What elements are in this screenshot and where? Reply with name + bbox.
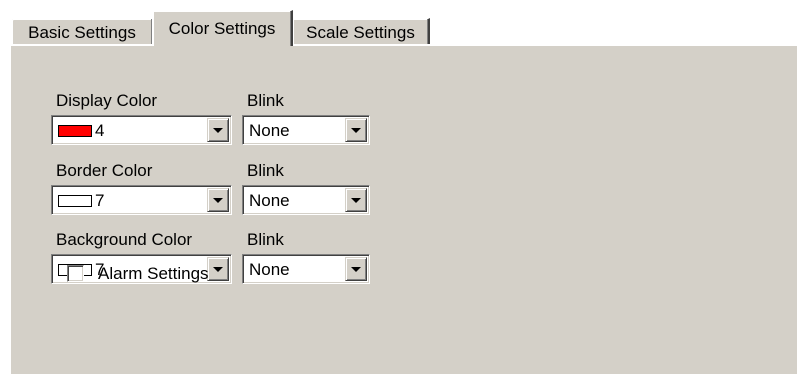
display-color-label: Display Color bbox=[56, 91, 158, 110]
background-color-blink-select[interactable]: None bbox=[242, 254, 370, 284]
color-settings-panel: Display Color Blink 4 None Border Color … bbox=[9, 44, 797, 374]
tab-scale-settings[interactable]: Scale Settings bbox=[292, 18, 430, 46]
border-color-label: Border Color bbox=[56, 161, 153, 180]
border-color-select[interactable]: 7 bbox=[51, 185, 232, 215]
display-color-blink-value: None bbox=[249, 121, 290, 140]
display-color-dropdown-button[interactable] bbox=[207, 118, 229, 142]
background-color-blink-value: None bbox=[249, 260, 290, 279]
border-color-swatch bbox=[58, 194, 92, 207]
border-color-blink-label: Blink bbox=[247, 161, 284, 180]
border-color-blink-value: None bbox=[249, 191, 290, 210]
chevron-down-icon bbox=[213, 198, 223, 203]
tab-strip: Basic Settings Scale Settings Color Sett… bbox=[0, 0, 797, 46]
display-color-swatch bbox=[58, 124, 92, 137]
alarm-settings-checkbox[interactable] bbox=[67, 265, 84, 282]
border-color-blink-dropdown-button[interactable] bbox=[345, 188, 367, 212]
background-color-blink-dropdown-button[interactable] bbox=[345, 257, 367, 281]
display-color-blink-dropdown-button[interactable] bbox=[345, 118, 367, 142]
chevron-down-icon bbox=[351, 128, 361, 133]
tab-color-settings[interactable]: Color Settings bbox=[152, 10, 293, 46]
background-color-dropdown-button[interactable] bbox=[207, 257, 229, 281]
background-color-blink-label: Blink bbox=[247, 230, 284, 249]
border-color-dropdown-button[interactable] bbox=[207, 188, 229, 212]
display-color-value: 4 bbox=[58, 120, 104, 142]
display-color-blink-select[interactable]: None bbox=[242, 115, 370, 145]
alarm-settings-label[interactable]: Alarm Settings bbox=[98, 264, 209, 284]
chevron-down-icon bbox=[351, 198, 361, 203]
chevron-down-icon bbox=[213, 267, 223, 272]
border-color-value: 7 bbox=[58, 190, 104, 212]
display-color-number: 4 bbox=[95, 121, 105, 140]
chevron-down-icon bbox=[213, 128, 223, 133]
chevron-down-icon bbox=[351, 267, 361, 272]
background-color-label: Background Color bbox=[56, 230, 193, 249]
display-color-blink-label: Blink bbox=[247, 91, 284, 110]
display-color-select[interactable]: 4 bbox=[51, 115, 232, 145]
border-color-blink-select[interactable]: None bbox=[242, 185, 370, 215]
tab-basic-settings[interactable]: Basic Settings bbox=[11, 18, 154, 46]
border-color-number: 7 bbox=[95, 191, 105, 210]
